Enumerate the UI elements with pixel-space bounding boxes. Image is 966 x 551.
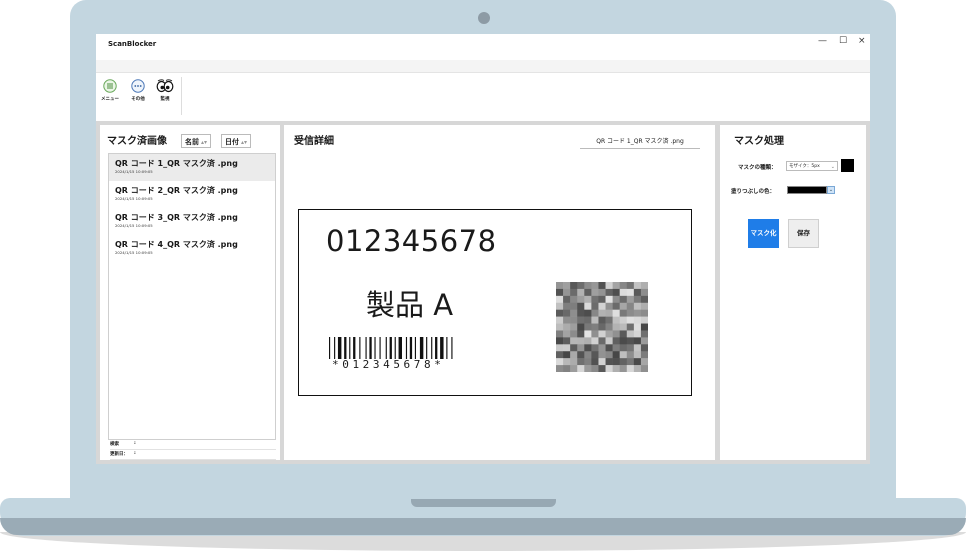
file-name: QR コード 4_QR マスク済 .png	[115, 240, 238, 249]
masked-images-title: マスク済画像	[107, 136, 167, 147]
mosaic-masked-qr-code	[556, 282, 648, 372]
detected-row: 検索 :	[110, 441, 276, 450]
file-name: QR コード 2_QR マスク済 .png	[115, 186, 238, 195]
barcode-text: *012345678*	[332, 358, 445, 371]
updated-label: 更新日：	[110, 452, 128, 457]
save-button[interactable]: 保存	[788, 219, 819, 248]
laptop-notch	[411, 498, 556, 507]
app-title: ScanBlocker	[108, 40, 157, 48]
file-name: QR コード 1_QR マスク済 .png	[115, 159, 238, 168]
title-bar: ScanBlocker — ☐ ×	[96, 34, 870, 60]
label-product-name: 製品 A	[366, 288, 454, 322]
monitor-tool-label: 監視	[160, 97, 170, 102]
current-filename: QR コード 1_QR マスク済 .png	[580, 135, 700, 149]
detected-label: 検索	[110, 442, 119, 447]
sort-by-date-label: 日付	[225, 138, 239, 146]
file-date: 2024/1/15 10:09:05	[115, 223, 153, 228]
file-date: 2024/1/15 10:09:05	[115, 196, 153, 201]
toolbar-band	[96, 60, 870, 72]
list-item[interactable]: QR コード 2_QR マスク済 .png 2024/1/15 10:09:05	[109, 181, 275, 208]
app-window: ScanBlocker — ☐ × メニュー その他 監視 マスク済画像 名前 …	[96, 34, 870, 464]
sort-arrows-icon: ▴▾	[241, 139, 248, 146]
file-date: 2024/1/15 10:09:05	[115, 169, 153, 174]
laptop-base-edge	[0, 518, 966, 535]
list-item[interactable]: QR コード 1_QR マスク済 .png 2024/1/15 10:09:05	[109, 154, 275, 181]
more-tool-button[interactable]: その他	[125, 79, 151, 102]
mask-processing-panel: マスク処理 マスクの種類： モザイク：5px ⌄ 塗りつぶしの色： ⌄ マスク化 …	[720, 125, 866, 460]
mask-type-label: マスクの種類：	[738, 165, 777, 171]
mask-type-select[interactable]: モザイク：5px ⌄	[786, 161, 838, 171]
mask-processing-title: マスク処理	[734, 136, 784, 147]
masked-image-list: QR コード 1_QR マスク済 .png 2024/1/15 10:09:05…	[108, 153, 276, 440]
masked-images-panel: マスク済画像 名前 ▴▾ 日付 ▴▾ QR コード 1_QR マスク済 .png 2…	[100, 125, 280, 460]
label-number: 012345678	[326, 224, 497, 258]
detected-value: :	[134, 441, 136, 446]
sort-arrows-icon: ▴▾	[201, 139, 208, 146]
monitor-tool-button[interactable]: 監視	[152, 79, 178, 102]
menu-tool-label: メニュー	[101, 97, 119, 102]
updated-value: :	[134, 451, 136, 456]
fill-color-dropdown-button[interactable]: ⌄	[827, 186, 835, 194]
mask-button[interactable]: マスク化	[748, 219, 779, 248]
list-icon	[103, 79, 117, 93]
updated-row: 更新日： :	[110, 451, 276, 460]
list-item[interactable]: QR コード 3_QR マスク済 .png 2024/1/15 10:09:05	[109, 208, 275, 235]
chevron-down-icon: ⌄	[830, 164, 835, 170]
sort-by-date-button[interactable]: 日付 ▴▾	[221, 134, 252, 148]
eyes-icon	[156, 79, 174, 93]
ribbon-toolbar: メニュー その他 監視	[96, 72, 870, 122]
file-name: QR コード 3_QR マスク済 .png	[115, 213, 238, 222]
fill-color-label: 塗りつぶしの色：	[731, 189, 776, 195]
minimize-button[interactable]: —	[818, 36, 827, 46]
menu-tool-button[interactable]: メニュー	[97, 79, 123, 102]
receive-details-title: 受信詳細	[294, 136, 334, 147]
receive-details-panel: 受信詳細 QR コード 1_QR マスク済 .png 012345678 製品 …	[284, 125, 715, 460]
fill-color-select[interactable]	[787, 186, 827, 194]
mask-color-swatch[interactable]	[841, 159, 854, 172]
file-date: 2024/1/15 10:09:05	[115, 250, 153, 255]
maximize-button[interactable]: ☐	[839, 36, 847, 46]
list-item[interactable]: QR コード 4_QR マスク済 .png 2024/1/15 10:09:05	[109, 235, 275, 262]
chevron-down-icon: ⌄	[828, 187, 834, 193]
label-preview: 012345678 製品 A *012345678*	[298, 209, 692, 396]
more-icon	[131, 79, 145, 93]
barcode	[329, 337, 453, 359]
webcam	[478, 12, 490, 24]
mask-type-value: モザイク：5px	[789, 164, 820, 169]
sort-by-name-label: 名前	[185, 138, 199, 146]
ribbon-divider	[181, 77, 182, 115]
more-tool-label: その他	[131, 97, 145, 102]
close-button[interactable]: ×	[858, 36, 866, 46]
workspace: マスク済画像 名前 ▴▾ 日付 ▴▾ QR コード 1_QR マスク済 .png 2…	[96, 121, 870, 464]
sort-by-name-button[interactable]: 名前 ▴▾	[181, 134, 212, 148]
